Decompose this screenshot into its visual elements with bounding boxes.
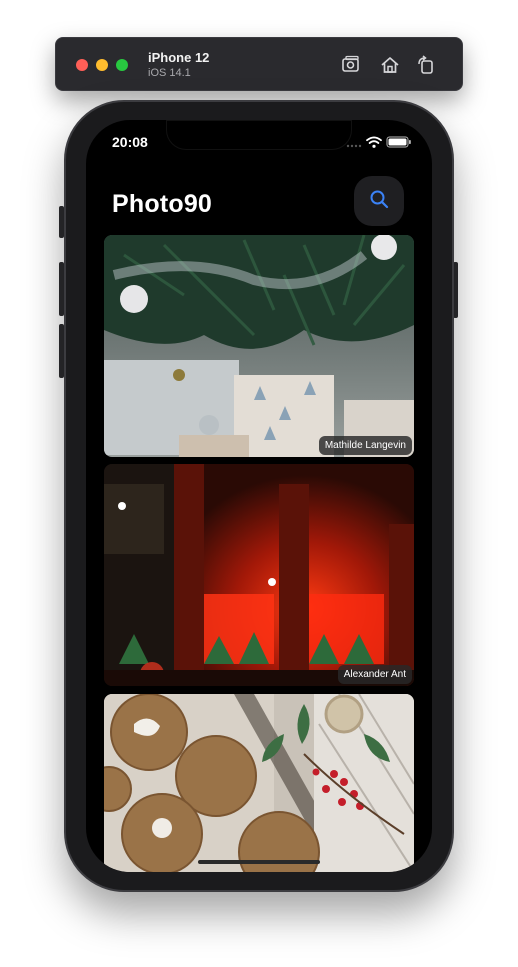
- close-window-button[interactable]: [76, 59, 88, 71]
- photo-christmas-tree-gifts: [104, 235, 414, 457]
- notch: [166, 120, 352, 150]
- simulator-title-bar: iPhone 12 iOS 14.1: [55, 37, 463, 91]
- simulator-os-version: iOS 14.1: [148, 67, 191, 79]
- page-title: Photo90: [112, 190, 213, 218]
- screenshot-icon[interactable]: [340, 54, 362, 76]
- signal-icon: [346, 144, 362, 148]
- photo-card[interactable]: Alexander Ant: [104, 464, 414, 686]
- photo-card[interactable]: [104, 694, 414, 872]
- status-icons: [346, 135, 412, 149]
- phone-screen: 20:08 Photo90 Mathilde Langevin Alexande…: [86, 120, 432, 872]
- rotate-icon[interactable]: [415, 54, 437, 76]
- wifi-icon: [366, 136, 382, 144]
- photo-credit: Mathilde Langevin: [318, 436, 412, 455]
- simulator-device-name: iPhone 12: [148, 50, 210, 65]
- status-time: 20:08: [112, 134, 148, 150]
- home-indicator: [198, 860, 320, 864]
- photo-card[interactable]: Mathilde Langevin: [104, 235, 414, 457]
- search-button[interactable]: [354, 176, 404, 226]
- home-icon[interactable]: [379, 54, 401, 76]
- minimize-window-button[interactable]: [96, 59, 108, 71]
- photo-cookies-holly: [104, 694, 414, 872]
- battery-icon: [386, 136, 411, 148]
- photo-red-lit-building: [104, 464, 414, 686]
- photo-credit: Alexander Ant: [337, 665, 412, 684]
- search-icon: [368, 188, 390, 215]
- zoom-window-button[interactable]: [116, 59, 128, 71]
